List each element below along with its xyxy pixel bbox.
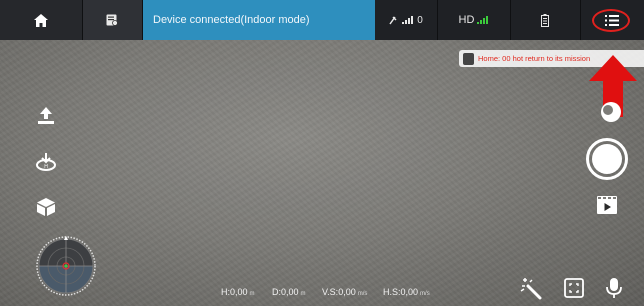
home-button[interactable] bbox=[0, 0, 82, 40]
battery-icon bbox=[541, 13, 549, 27]
telemetry-height: H: 0,00 m bbox=[221, 287, 255, 301]
shutter-button[interactable] bbox=[586, 138, 628, 180]
takeoff-button[interactable] bbox=[32, 102, 60, 130]
telemetry-unit: m bbox=[300, 291, 306, 297]
telemetry-distance: D: 0,00 m bbox=[272, 287, 306, 301]
warning-tip-icon bbox=[463, 52, 474, 65]
telemetry-label: D: bbox=[272, 287, 281, 297]
fullscreen-icon[interactable] bbox=[562, 276, 586, 300]
divider bbox=[142, 0, 143, 40]
divider bbox=[580, 0, 581, 40]
annotation-circle bbox=[592, 9, 630, 32]
telemetry-label: H: bbox=[221, 287, 230, 297]
attitude-radar[interactable] bbox=[36, 236, 96, 296]
hd-label: HD bbox=[458, 14, 475, 26]
telemetry-unit: m/s bbox=[357, 291, 368, 297]
microphone-icon[interactable] bbox=[602, 276, 626, 300]
telemetry-unit: m bbox=[249, 291, 255, 297]
telemetry-value: 0,00 bbox=[230, 287, 248, 297]
camera-live-view[interactable]: Device connected(Indoor mode) 0 HD Home:… bbox=[0, 0, 644, 306]
telemetry-value: 0,00 bbox=[338, 287, 356, 297]
hd-signal-icon bbox=[477, 16, 489, 24]
telemetry-vertical-speed: V.S: 0,00 m/s bbox=[322, 287, 367, 301]
shutter-inner bbox=[592, 144, 622, 174]
top-status-bar: Device connected(Indoor mode) 0 HD bbox=[0, 0, 644, 40]
telemetry-value: 0,00 bbox=[400, 287, 419, 297]
divider bbox=[510, 0, 511, 40]
playback-icon[interactable] bbox=[595, 193, 619, 217]
telemetry-horizontal-speed: H.S: 0,00 m/s bbox=[383, 287, 430, 301]
cube-icon bbox=[37, 198, 55, 216]
flight-log-icon bbox=[106, 14, 118, 26]
intelligent-flight-button[interactable] bbox=[32, 193, 60, 221]
magic-wand-icon[interactable] bbox=[519, 276, 543, 300]
rc-signal-indicator[interactable]: 0 bbox=[375, 0, 437, 40]
rc-signal-value: 0 bbox=[417, 14, 423, 26]
return-home-icon: H bbox=[36, 153, 56, 171]
telemetry-label: H.S: bbox=[383, 287, 401, 297]
battery-indicator[interactable] bbox=[510, 0, 580, 40]
telemetry-unit: m/s bbox=[420, 291, 430, 297]
photo-video-switch[interactable] bbox=[597, 101, 623, 123]
telemetry-value: 0,00 bbox=[281, 287, 299, 297]
rc-signal-bars bbox=[402, 16, 414, 24]
warning-tip-text: Home: 00 hot return to its mission bbox=[478, 54, 591, 63]
telemetry-label: V.S: bbox=[322, 287, 339, 297]
divider bbox=[437, 0, 438, 40]
camera-feed-texture bbox=[0, 0, 644, 306]
hd-signal-indicator[interactable]: HD bbox=[437, 0, 510, 40]
takeoff-icon bbox=[38, 107, 54, 124]
svg-text:H: H bbox=[44, 164, 48, 170]
flight-log-button[interactable] bbox=[82, 0, 142, 40]
return-home-button[interactable]: H bbox=[32, 148, 60, 176]
home-icon bbox=[34, 13, 48, 27]
connection-status: Device connected(Indoor mode) bbox=[142, 0, 375, 40]
divider bbox=[82, 0, 83, 40]
rc-signal-icon bbox=[389, 16, 397, 25]
